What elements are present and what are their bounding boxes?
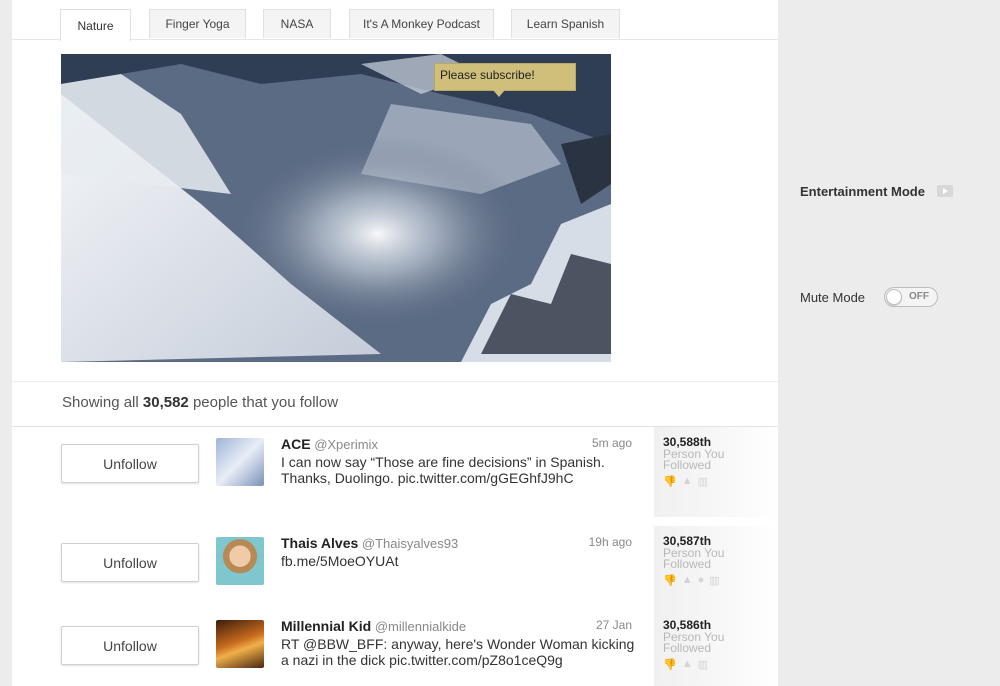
tweet-actions: 👎 ▲ ▥ [663, 658, 778, 671]
left-gutter [0, 0, 12, 686]
unfollow-button[interactable]: Unfollow [61, 543, 199, 582]
video-player[interactable]: Please subscribe! [61, 54, 611, 362]
settings-panel: Entertainment Mode Mute Mode OFF [778, 0, 1000, 686]
follow-rank: 30,586th Person You Followed 👎 ▲ ▥ [654, 610, 778, 686]
tweet-text: RT @BBW_BFF: anyway, here's Wonder Woman… [281, 636, 635, 668]
speech-bubble-icon[interactable]: ● [698, 574, 705, 587]
display-name[interactable]: ACE [281, 436, 311, 452]
avatar[interactable] [216, 438, 264, 486]
tab-learn-spanish[interactable]: Learn Spanish [511, 9, 620, 38]
unfollow-button[interactable]: Unfollow [61, 626, 199, 665]
unfollow-button[interactable]: Unfollow [61, 444, 199, 483]
arrow-up-icon[interactable]: ▲ [682, 658, 693, 671]
tweet-text: fb.me/5MoeOYUAt [281, 553, 399, 569]
rank-caption: Person You Followed [663, 447, 725, 472]
mute-mode-label: Mute Mode [800, 290, 866, 305]
bar-chart-icon[interactable]: ▥ [698, 475, 708, 488]
user-handle[interactable]: @Thaisyalves93 [362, 536, 458, 551]
follow-rank: 30,588th Person You Followed 👎 ▲ ▥ [654, 427, 778, 517]
thumbs-down-icon[interactable]: 👎 [663, 658, 677, 671]
follow-row: Unfollow Thais Alves @Thaisyalves93 19h … [12, 526, 778, 616]
toggle-state: OFF [909, 291, 929, 302]
timestamp: 19h ago [588, 535, 632, 549]
user-name: ACE @Xperimix [281, 436, 378, 452]
tab-finger-yoga[interactable]: Finger Yoga [149, 9, 246, 38]
tab-monkey-podcast[interactable]: It's A Monkey Podcast [349, 9, 494, 38]
bar-chart-icon[interactable]: ▥ [698, 658, 708, 671]
avatar[interactable] [216, 620, 264, 668]
tab-bar: Nature Finger Yoga NASA It's A Monkey Po… [12, 0, 778, 41]
subscribe-tooltip: Please subscribe! [434, 63, 576, 97]
play-icon[interactable] [937, 185, 953, 197]
user-name: Thais Alves @Thaisyalves93 [281, 535, 458, 551]
tweet-actions: 👎 ▲ ● ▥ [663, 574, 778, 587]
video-frame-image [61, 54, 611, 362]
arrow-up-icon[interactable]: ▲ [682, 475, 693, 488]
main-content: Nature Finger Yoga NASA It's A Monkey Po… [12, 0, 778, 686]
bar-chart-icon[interactable]: ▥ [709, 574, 719, 587]
follow-row: Unfollow Millennial Kid @millennialkide … [12, 610, 778, 686]
divider [12, 381, 778, 382]
timestamp: 27 Jan [595, 618, 632, 632]
follow-rank: 30,587th Person You Followed 👎 ▲ ● ▥ [654, 526, 778, 610]
timestamp: 5m ago [591, 436, 632, 450]
user-handle[interactable]: @millennialkide [375, 619, 466, 634]
toggle-knob [886, 289, 902, 305]
thumbs-down-icon[interactable]: 👎 [663, 574, 677, 587]
rank-caption: Person You Followed [663, 630, 725, 655]
avatar[interactable] [216, 537, 264, 585]
thumbs-down-icon[interactable]: 👎 [663, 475, 677, 488]
tab-nature[interactable]: Nature [60, 9, 131, 41]
user-handle[interactable]: @Xperimix [314, 437, 378, 452]
summary-suffix: people that you follow [192, 394, 339, 411]
follow-row: Unfollow ACE @Xperimix 5m ago I can now … [12, 427, 778, 517]
following-summary: Showing all 30,582 people that you follo… [62, 394, 338, 411]
tweet-text: I can now say “Those are fine decisions”… [281, 454, 605, 486]
entertainment-mode-label: Entertainment Mode [800, 184, 925, 199]
user-name: Millennial Kid @millennialkide [281, 618, 466, 634]
following-count: 30,582 [142, 394, 189, 411]
mute-mode-toggle[interactable]: OFF [884, 287, 938, 307]
tab-nasa[interactable]: NASA [263, 9, 331, 38]
summary-prefix: Showing all [62, 394, 139, 411]
tweet-actions: 👎 ▲ ▥ [663, 475, 778, 488]
rank-caption: Person You Followed [663, 546, 725, 571]
arrow-up-icon[interactable]: ▲ [682, 574, 693, 587]
display-name[interactable]: Thais Alves [281, 535, 358, 551]
display-name[interactable]: Millennial Kid [281, 618, 371, 634]
